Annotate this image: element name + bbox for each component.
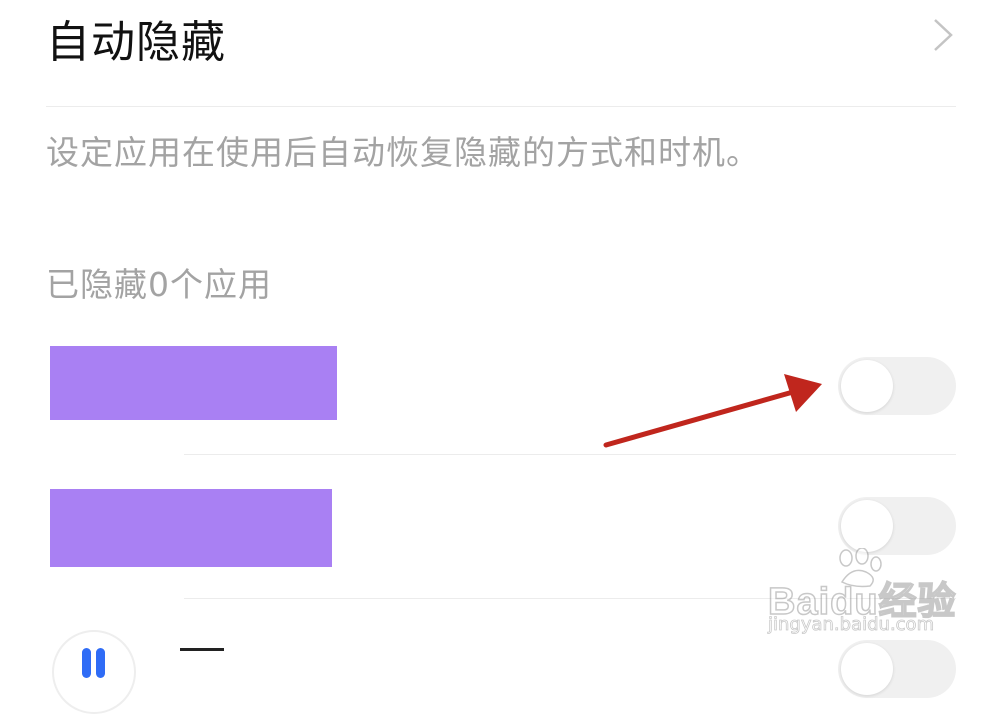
redacted-app-info [50, 346, 337, 420]
app-list-item [0, 330, 1000, 454]
baidu-watermark: Baidu经验 jingyan.baidu.com [762, 548, 998, 638]
watermark-url: jingyan.baidu.com [768, 614, 935, 636]
auto-hide-description: 设定应用在使用后自动恢复隐藏的方式和时机。 [46, 133, 760, 172]
hide-app-toggle[interactable] [838, 357, 956, 415]
hidden-apps-count: 已隐藏0个应用 [46, 265, 272, 304]
hide-app-toggle[interactable] [838, 497, 956, 555]
toggle-knob [841, 360, 893, 412]
auto-hide-title: 自动隐藏 [46, 17, 226, 68]
auto-hide-row[interactable]: 自动隐藏 [0, 0, 1000, 106]
app-name-partial [180, 630, 240, 670]
toggle-knob [841, 500, 893, 552]
toggle-knob [841, 643, 893, 695]
divider [46, 106, 956, 107]
redacted-app-info [50, 489, 332, 567]
chevron-right-icon [934, 19, 953, 51]
hide-app-toggle[interactable] [838, 640, 956, 698]
app-icon [52, 630, 136, 714]
